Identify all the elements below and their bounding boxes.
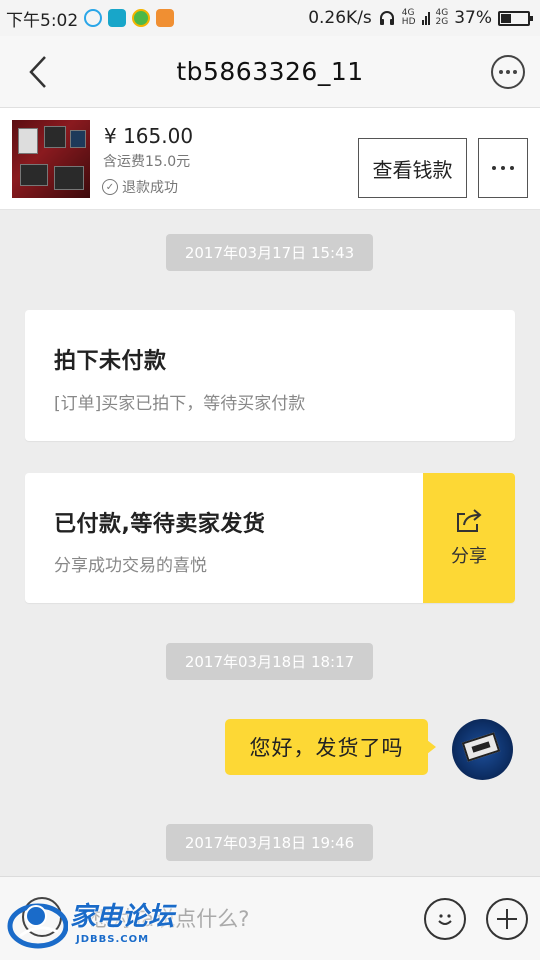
message-bubble[interactable]: 您好，发货了吗 <box>225 719 436 775</box>
avatar[interactable] <box>452 719 513 780</box>
headphone-icon <box>379 11 394 25</box>
signal-2-icon: 4G 2G <box>435 8 449 27</box>
signal-bars-1-icon <box>421 12 430 25</box>
status-left: 下午5:02 <box>6 6 175 31</box>
tools-app-icon <box>156 9 175 27</box>
dot-icon <box>492 166 496 170</box>
dot-icon <box>501 166 505 170</box>
refund-status: ✓ 退款成功 <box>102 177 178 197</box>
signal-1-icon: 4G HD <box>401 8 416 27</box>
page-title: tb5863326_11 <box>176 57 364 86</box>
product-more-button[interactable] <box>478 138 528 198</box>
status-time: 下午5:02 <box>6 10 79 31</box>
product-price: ¥ 165.00 <box>104 124 194 148</box>
back-button[interactable] <box>18 52 58 92</box>
order-card-desc: 分享成功交易的喜悦 <box>54 556 207 576</box>
view-payment-button[interactable]: 查看钱款 <box>358 138 467 198</box>
share-icon <box>457 509 482 532</box>
dot-icon <box>510 166 514 170</box>
chat-header: tb5863326_11 <box>0 36 540 108</box>
product-thumbnail[interactable] <box>12 120 90 198</box>
shop-app-icon <box>132 9 151 27</box>
status-right: 0.26K/s 4G HD 4G 2G 37% <box>308 8 533 28</box>
add-attachment-button[interactable] <box>486 898 528 940</box>
battery-percent: 37% <box>454 8 492 28</box>
watermark-domain: JDBBS.COM <box>76 934 150 945</box>
share-label: 分享 <box>451 546 487 567</box>
order-card-title: 已付款,等待卖家发货 <box>54 512 266 537</box>
network-speed: 0.26K/s <box>308 8 372 28</box>
smiley-icon <box>438 914 452 925</box>
order-card-desc: [订单]买家已拍下，等待买家付款 <box>54 394 306 414</box>
share-button[interactable]: 分享 <box>423 473 515 603</box>
order-card-title: 拍下未付款 <box>54 349 167 374</box>
order-card-unpaid[interactable]: 拍下未付款 [订单]买家已拍下，等待买家付款 <box>25 310 515 441</box>
refund-status-label: 退款成功 <box>122 180 178 196</box>
order-card-paid[interactable]: 已付款,等待卖家发货 分享成功交易的喜悦 分享 <box>25 473 515 603</box>
dot-icon <box>506 70 510 74</box>
check-circle-icon: ✓ <box>102 179 118 195</box>
timestamp: 2017年03月18日 18:17 <box>166 643 373 680</box>
dot-icon <box>513 70 517 74</box>
watermark: 家电论坛 JDBBS.COM <box>6 890 186 956</box>
emoji-button[interactable] <box>424 898 466 940</box>
timestamp: 2017年03月18日 19:46 <box>166 824 373 861</box>
battery-icon <box>498 10 533 26</box>
chevron-left-icon <box>29 56 46 88</box>
status-bar: 下午5:02 0.26K/s 4G HD 4G 2G 37% <box>0 0 540 36</box>
scan-app-icon <box>108 9 127 27</box>
more-options-button[interactable] <box>491 55 525 89</box>
shipping-fee: 含运费15.0元 <box>103 154 191 170</box>
headset-app-icon <box>84 9 103 27</box>
dot-icon <box>499 70 503 74</box>
watermark-brand: 家电论坛 <box>70 902 175 932</box>
timestamp: 2017年03月17日 15:43 <box>166 234 373 271</box>
plus-icon <box>497 909 517 929</box>
watermark-logo-icon <box>7 903 68 949</box>
